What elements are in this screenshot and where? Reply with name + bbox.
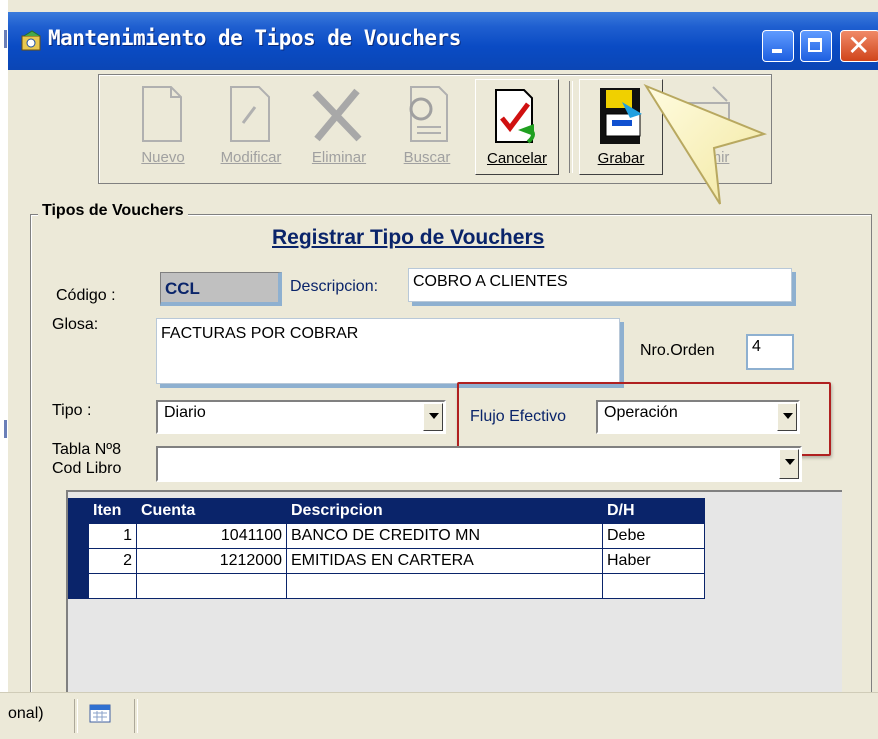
- accounts-table: Iten Cuenta Descripcion D/H 1 1041100 BA…: [68, 498, 705, 599]
- status-divider: [74, 699, 78, 733]
- col-dh-header[interactable]: D/H: [602, 498, 705, 524]
- cell-item[interactable]: [88, 573, 137, 599]
- form-heading: Registrar Tipo de Vouchers: [272, 226, 545, 249]
- order-number-label: Nro.Orden: [640, 342, 715, 359]
- status-divider: [134, 699, 138, 733]
- close-icon: ✕: [847, 29, 871, 62]
- search-document-icon: [409, 86, 448, 142]
- cell-item[interactable]: 1: [88, 523, 137, 549]
- row-selector-header: [68, 498, 89, 524]
- app-icon: [21, 30, 41, 51]
- new-document-icon: [142, 86, 182, 142]
- cell-descripcion[interactable]: EMITIDAS EN CARTERA: [286, 548, 603, 574]
- cash-flow-select-value: Operación: [604, 404, 678, 421]
- maximize-button[interactable]: [800, 30, 832, 62]
- delete-button[interactable]: Eliminar: [297, 79, 381, 175]
- cell-cuenta[interactable]: 1212000: [136, 548, 287, 574]
- table-row[interactable]: 1 1041100 BANCO DE CREDITO MN Debe: [68, 523, 705, 549]
- table-row-empty[interactable]: [68, 573, 705, 599]
- table-header-row: Iten Cuenta Descripcion D/H: [68, 498, 705, 524]
- description-label: Descripcion:: [290, 278, 379, 295]
- code-label: Código :: [56, 287, 116, 304]
- group-title: Tipos de Vouchers: [38, 202, 188, 220]
- delete-label: Eliminar: [311, 149, 367, 166]
- table-label-line2: Cod Libro: [52, 460, 122, 477]
- modify-label: Modificar: [220, 149, 282, 166]
- row-selector[interactable]: [68, 573, 89, 599]
- cod-libro-select[interactable]: [156, 446, 802, 482]
- table-row[interactable]: 2 1212000 EMITIDAS EN CARTERA Haber: [68, 548, 705, 574]
- glosa-label: Glosa:: [52, 316, 99, 333]
- left-edge: [0, 0, 8, 690]
- col-cuenta-header[interactable]: Cuenta: [136, 498, 287, 524]
- callout-pointer-icon: [643, 83, 768, 205]
- edit-document-icon: [230, 86, 270, 142]
- edge-mark: [4, 420, 7, 438]
- title-bar[interactable]: Mantenimiento de Tipos de Vouchers ✕: [8, 12, 878, 70]
- new-label: Nuevo: [141, 149, 185, 166]
- code-field[interactable]: CCL: [160, 272, 282, 306]
- status-text: onal): [8, 705, 44, 722]
- cell-dh[interactable]: [602, 573, 705, 599]
- cash-flow-label: Flujo Efectivo: [470, 408, 567, 425]
- status-bar: onal): [0, 692, 878, 739]
- cell-cuenta[interactable]: 1041100: [136, 523, 287, 549]
- col-item-header[interactable]: Iten: [88, 498, 137, 524]
- cash-flow-select[interactable]: Operación: [596, 400, 800, 434]
- close-button[interactable]: ✕: [840, 29, 878, 62]
- cancel-label: Cancelar: [486, 150, 548, 167]
- chevron-down-icon[interactable]: [779, 449, 799, 479]
- cell-item[interactable]: 2: [88, 548, 137, 574]
- edge-mark: [4, 30, 7, 48]
- table-label-line1: Tabla Nº8: [52, 441, 121, 458]
- col-descripcion-header[interactable]: Descripcion: [286, 498, 603, 524]
- cell-cuenta[interactable]: [136, 573, 287, 599]
- description-field[interactable]: COBRO A CLIENTES: [408, 268, 792, 302]
- search-label: Buscar: [403, 149, 451, 166]
- cell-descripcion[interactable]: [286, 573, 603, 599]
- search-button[interactable]: Buscar: [385, 79, 469, 175]
- chevron-down-icon[interactable]: [777, 403, 797, 431]
- cell-dh[interactable]: Haber: [602, 548, 705, 574]
- type-select-value: Diario: [164, 404, 206, 421]
- cell-dh[interactable]: Debe: [602, 523, 705, 549]
- calendar-icon[interactable]: [89, 703, 111, 723]
- glosa-field[interactable]: FACTURAS POR COBRAR: [156, 318, 620, 384]
- row-selector[interactable]: [68, 548, 89, 574]
- new-button[interactable]: Nuevo: [121, 79, 205, 175]
- cancel-button[interactable]: Cancelar: [475, 79, 559, 175]
- cancel-document-icon: [495, 89, 535, 144]
- order-number-field[interactable]: 4: [746, 334, 794, 370]
- type-label: Tipo :: [52, 402, 92, 419]
- window-title: Mantenimiento de Tipos de Vouchers: [48, 26, 461, 50]
- minimize-button[interactable]: [762, 30, 794, 62]
- cell-descripcion[interactable]: BANCO DE CREDITO MN: [286, 523, 603, 549]
- chevron-down-icon[interactable]: [423, 403, 443, 431]
- type-select[interactable]: Diario: [156, 400, 446, 434]
- table-label: Tabla Nº8 Cod Libro: [52, 440, 121, 478]
- delete-x-icon: [312, 88, 362, 142]
- modify-button[interactable]: Modificar: [209, 79, 293, 175]
- row-selector[interactable]: [68, 523, 89, 549]
- toolbar-separator: [569, 81, 573, 173]
